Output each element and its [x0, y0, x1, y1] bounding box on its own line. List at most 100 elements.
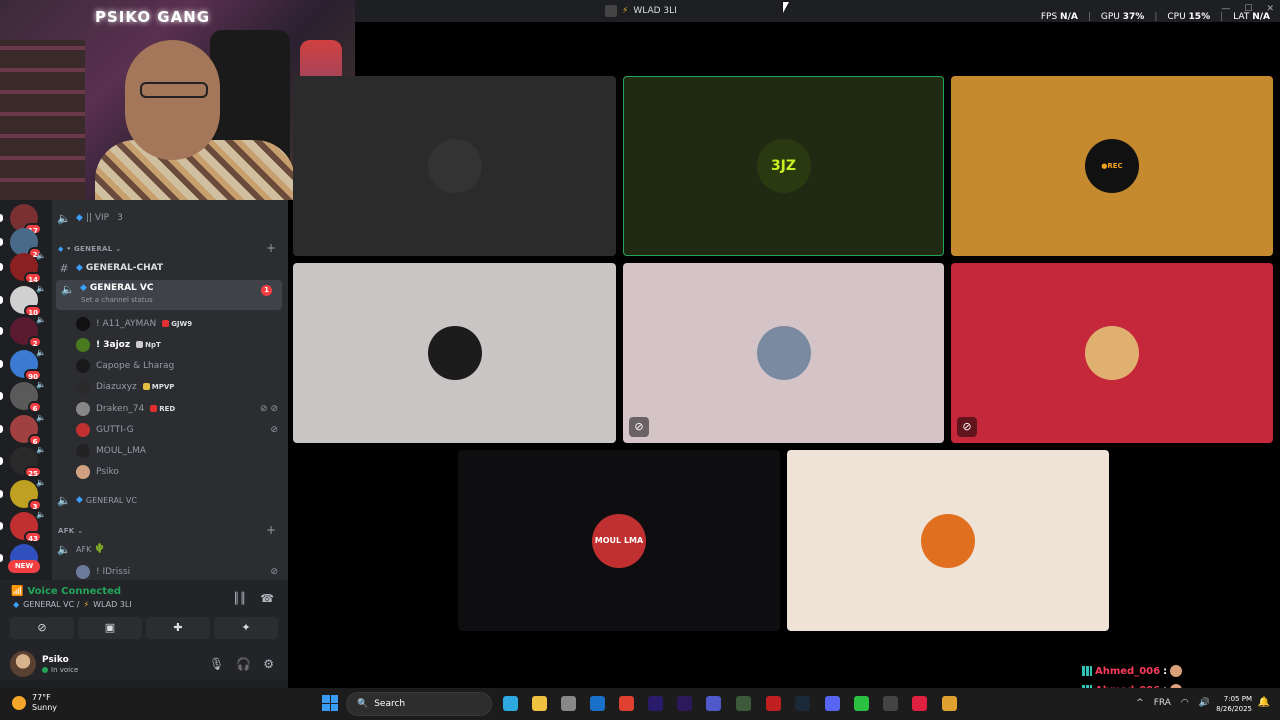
set-channel-status[interactable]: Set a channel status — [81, 296, 153, 304]
server-pill — [0, 490, 3, 498]
voice-member[interactable]: ! A11_AYMAN GJW9 — [76, 314, 282, 333]
server-icon[interactable]: 6 🔈 — [10, 413, 46, 446]
gem-icon: ◆ — [76, 263, 83, 273]
video-tile[interactable]: ⊘ — [623, 263, 944, 443]
notification-bell-icon[interactable]: 🔔 — [1258, 697, 1270, 708]
voice-active-icon: 🔈 — [36, 380, 46, 389]
channel-vip[interactable]: 🔈 ◆ || VIP 3 — [52, 208, 288, 228]
voice-member[interactable]: GUTTI-G ⊘ — [76, 420, 282, 439]
voice-member[interactable]: Draken_74 RED ⊘ ⊘ — [76, 399, 282, 418]
wifi-icon[interactable]: ◠ — [1181, 698, 1189, 708]
avatar — [76, 358, 90, 373]
user-avatar[interactable] — [10, 651, 36, 677]
speaker-icon: 🔈 — [61, 283, 75, 296]
voice-member[interactable]: Capope & Lharag — [76, 356, 282, 375]
new-badge[interactable]: NEW — [8, 560, 40, 573]
server-icon[interactable]: 3 🔈 — [10, 478, 46, 511]
avatar — [76, 337, 90, 352]
tag-icon — [162, 320, 170, 327]
record-icon[interactable] — [912, 696, 927, 711]
participant-avatar: MOUL LMA — [592, 513, 646, 568]
channel-general-vc-2[interactable]: 🔈 ◆ GENERAL VC — [52, 490, 288, 510]
language-indicator[interactable]: FRA — [1154, 698, 1171, 708]
chrome-icon[interactable] — [619, 696, 634, 711]
server-pill — [0, 554, 3, 562]
server-icon[interactable]: 6 🔈 — [10, 380, 46, 413]
server-icon[interactable]: 2 — [10, 228, 42, 259]
user-status: In voice — [42, 666, 78, 674]
gem-icon: ◆ — [80, 283, 87, 293]
chevron-up-icon[interactable]: ^ — [1136, 698, 1144, 708]
app-icon[interactable] — [736, 696, 751, 711]
channel-afk[interactable]: 🔈 AFK 🌵 — [52, 539, 288, 559]
video-tile[interactable]: ●REC — [951, 76, 1273, 256]
channel-general-vc[interactable]: 🔈 ◆ GENERAL VC 1 Set a channel status — [56, 280, 282, 310]
server-icon[interactable]: 2 🔈 — [10, 315, 46, 348]
gpu-readout: GPU 37% — [1100, 12, 1145, 22]
server-pill — [0, 457, 3, 465]
avatar — [76, 422, 90, 437]
activities-button[interactable]: ✚ — [146, 617, 210, 639]
edge-icon[interactable] — [503, 696, 518, 711]
folder-icon[interactable] — [532, 696, 547, 711]
video-tile[interactable]: ⊘ — [951, 263, 1273, 443]
headphones-icon[interactable]: 🎧 — [236, 657, 251, 671]
taskbar-search[interactable]: 🔍 Search — [346, 692, 492, 716]
server-icon[interactable]: 43 🔈 — [10, 510, 46, 543]
voice-channel-path[interactable]: ◆ GENERAL VC / ⚡ WLAD 3LI — [13, 600, 132, 609]
voice-member[interactable]: ! 3ajoz NpT — [76, 335, 282, 354]
server-icon[interactable]: 25 🔈 — [10, 445, 46, 478]
obs-icon[interactable] — [883, 696, 898, 711]
category-afk[interactable]: AFK ⌄ — [58, 527, 83, 535]
webcam-logo: PSIKO GANG — [95, 8, 211, 26]
video-tile[interactable]: MOUL LMA — [458, 450, 780, 631]
teams-icon[interactable] — [706, 696, 721, 711]
disconnect-icon[interactable]: ☎ — [260, 592, 274, 605]
voice-member[interactable]: MOUL_LMA — [76, 441, 282, 460]
voice-member[interactable]: Psiko — [76, 462, 282, 481]
server-icon[interactable]: 14 🔈 — [10, 251, 46, 284]
volume-icon[interactable]: 🔊 — [1199, 698, 1210, 708]
game-icon[interactable] — [766, 696, 781, 711]
steam-icon[interactable] — [795, 696, 810, 711]
video-tile[interactable] — [293, 263, 616, 443]
video-tile[interactable]: 3JZ — [623, 76, 944, 256]
outlook-icon[interactable] — [590, 696, 605, 711]
add-channel-button[interactable]: + — [266, 241, 276, 255]
chrome-icon-2[interactable] — [942, 696, 957, 711]
bolt-icon: ⚡ — [622, 6, 629, 16]
avatar — [76, 379, 90, 394]
gear-icon[interactable]: ⚙ — [263, 657, 274, 671]
store-icon[interactable] — [561, 696, 576, 711]
discord-icon[interactable] — [825, 696, 840, 711]
aftereffects-icon[interactable] — [677, 696, 692, 711]
member-name: Psiko — [96, 466, 119, 477]
voice-connected-status[interactable]: 📶 Voice Connected — [11, 586, 121, 597]
play-icon[interactable] — [854, 696, 869, 711]
lat-readout: LAT N/A — [1233, 12, 1270, 22]
add-channel-button-afk[interactable]: + — [266, 523, 276, 537]
weather-widget[interactable]: 77°F Sunny — [12, 693, 57, 713]
channel-general-chat[interactable]: # ◆ GENERAL-CHAT — [52, 258, 288, 278]
member-idrissi[interactable]: ! IDrissi ⊘ — [76, 562, 282, 581]
server-icon[interactable]: 10 🔈 — [10, 284, 46, 317]
voice-active-icon: 🔈 — [36, 251, 46, 260]
video-tile[interactable] — [787, 450, 1109, 631]
voice-member[interactable]: Diazuxyz MPVP — [76, 377, 282, 396]
windows-start-icon[interactable] — [322, 695, 338, 711]
muted-icon: ⊘ — [270, 424, 278, 435]
server-icon[interactable]: 90 🔈 — [10, 348, 46, 381]
premiere-icon[interactable] — [648, 696, 663, 711]
category-general[interactable]: ◆ • GENERAL ⌄ — [58, 245, 121, 253]
noise-suppression-icon[interactable]: ║║ — [233, 592, 246, 605]
soundboard-button[interactable]: ✦ — [214, 617, 278, 639]
participant-avatar — [921, 513, 975, 568]
clock[interactable]: 7:05 PM 8/26/2025 — [1216, 694, 1252, 714]
server-pill — [0, 522, 3, 530]
user-bar: Psiko In voice 🎙 🎧 ⚙ — [0, 650, 288, 680]
mic-icon[interactable]: 🎙 — [209, 657, 224, 671]
screenshare-button[interactable]: ▣ — [78, 617, 142, 639]
server-rail: 17214🔈10🔈2🔈90🔈6🔈6🔈25🔈3🔈43🔈 — [0, 200, 52, 580]
video-tile[interactable] — [293, 76, 616, 256]
camera-button[interactable]: ⊘ — [10, 617, 74, 639]
